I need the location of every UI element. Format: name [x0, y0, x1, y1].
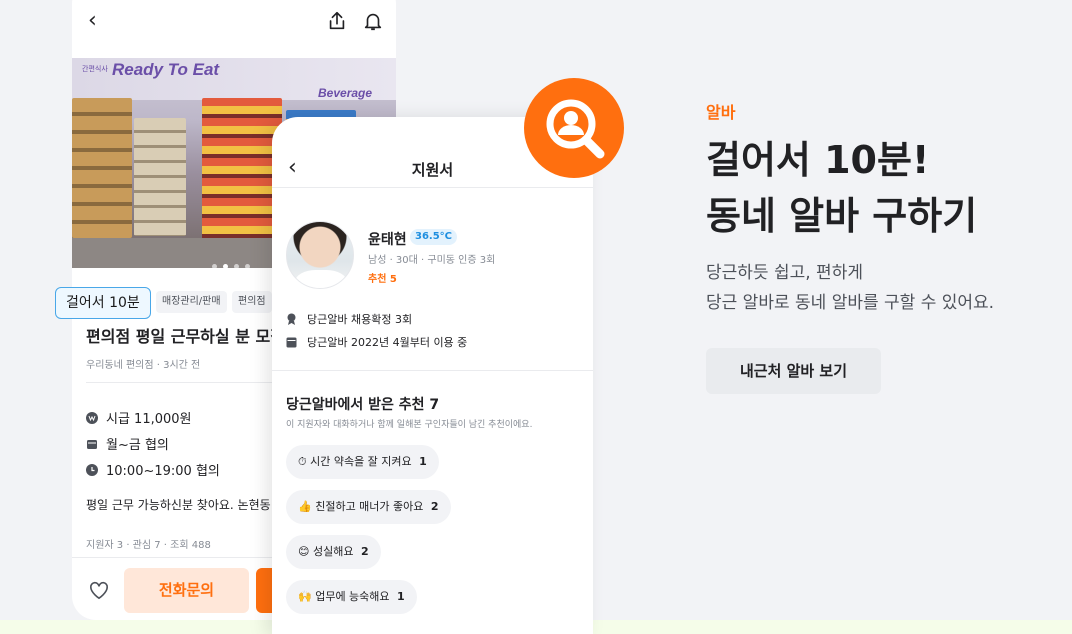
recommendation-chip: 🙌 업무에 능숙해요 1 — [286, 580, 417, 614]
applicant-recommend-count: 추천 5 — [368, 274, 397, 285]
page-headline: 걸어서 10분! 동네 알바 구하기 — [706, 132, 977, 244]
person-search-icon — [524, 78, 624, 178]
recommendation-chip: ⏱ 시간 약속을 잘 지켜요 1 — [286, 445, 439, 479]
hire-confirm-text: 당근알바 채용확정 3회 — [307, 313, 413, 326]
clock-icon — [86, 463, 98, 476]
medal-icon — [287, 313, 296, 325]
days-row: 월~금 협의 — [86, 434, 169, 453]
store-sign-ready-to-eat: Ready To Eat — [112, 60, 220, 79]
divider — [272, 370, 593, 371]
won-icon — [86, 411, 98, 424]
store-sign-small: 간편식사 — [82, 65, 108, 73]
call-inquiry-button[interactable]: 전화문의 — [124, 568, 249, 613]
hours-row: 10:00~19:00 협의 — [86, 460, 220, 479]
thumbs-up-icon: 👍 — [298, 500, 312, 513]
walk-distance-badge: 걸어서 10분 — [55, 287, 151, 319]
manner-temperature-badge: 36.5°C — [410, 229, 458, 245]
heart-icon[interactable] — [88, 580, 110, 600]
divider — [72, 557, 292, 558]
share-icon[interactable] — [326, 10, 348, 32]
avatar-shirt — [295, 270, 347, 288]
photo-pagination-dots[interactable] — [212, 254, 256, 268]
chip-label: 친절하고 매너가 좋아요 — [315, 500, 424, 513]
wage-row: 시급 11,000원 — [86, 408, 192, 427]
bell-icon[interactable] — [362, 10, 384, 32]
page-description: 당근하듯 쉽고, 편하게 당근 알바로 동네 알바를 구할 수 있어요. — [706, 258, 994, 318]
job-post-title: 편의점 평일 근무하실 분 모집 — [86, 327, 285, 346]
magnifier-person-icon — [546, 99, 605, 159]
headline-line: 동네 알바 구하기 — [706, 194, 978, 238]
chip-label: 시간 약속을 잘 지켜요 — [310, 455, 412, 468]
hours-text: 10:00~19:00 협의 — [106, 464, 220, 479]
calendar-icon — [87, 439, 97, 449]
description-line: 당근하듯 쉽고, 편하게 — [706, 263, 863, 283]
recommendations-subtitle: 이 지원자와 대화하거나 함께 일해본 구인자들이 남긴 추천이에요. — [286, 420, 533, 430]
application-phone: ‹ 지원서 윤태현 36.5°C 남성 · 30대 · 구미동 인증 3회 추천… — [272, 117, 593, 634]
chip-label: 성실해요 — [312, 545, 354, 558]
section-eyebrow: 알바 — [706, 103, 736, 122]
wage-text: 시급 11,000원 — [106, 412, 192, 427]
recommendation-chip: 😊 성실해요 2 — [286, 535, 381, 569]
chip-count: 1 — [397, 590, 405, 603]
smile-icon: 😊 — [298, 545, 310, 558]
store-sign-beverage: Beverage — [318, 86, 373, 100]
chevron-left-icon[interactable]: ‹ — [88, 8, 97, 33]
chip-count: 2 — [430, 500, 439, 513]
job-post-stats: 지원자 3 · 관심 7 · 조회 488 — [86, 540, 211, 551]
store-shelf — [134, 118, 186, 236]
store-shelf — [72, 98, 132, 238]
applicant-name: 윤태현 — [368, 232, 407, 248]
usage-since-text: 당근알바 2022년 4월부터 이용 중 — [307, 336, 468, 349]
job-post-store-meta: 우리동네 편의점 · 3시간 전 — [86, 360, 201, 371]
job-tag: 편의점 — [232, 291, 272, 313]
chip-label: 업무에 능숙해요 — [315, 590, 390, 603]
usage-since-row: 당근알바 2022년 4월부터 이용 중 — [286, 334, 467, 350]
chip-count: 1 — [419, 455, 427, 468]
job-description: 평일 근무 가능하신분 찾아요. 논현동 — [86, 498, 271, 512]
nearby-jobs-button[interactable]: 내근처 알바 보기 — [706, 348, 881, 394]
calendar-icon — [286, 337, 297, 348]
job-post-topbar: ‹ — [72, 0, 396, 38]
stopwatch-icon: ⏱ — [298, 455, 307, 468]
headline-line: 걸어서 10분! — [706, 138, 930, 182]
store-shelf — [202, 98, 282, 248]
divider — [272, 187, 593, 188]
chip-count: 2 — [360, 545, 369, 558]
applicant-meta: 남성 · 30대 · 구미동 인증 3회 — [368, 255, 496, 266]
raised-hands-icon: 🙌 — [298, 590, 312, 603]
job-tag: 매장관리/판매 — [156, 291, 227, 313]
hire-confirm-row: 당근알바 채용확정 3회 — [286, 311, 412, 327]
recommendation-chip: 👍 친절하고 매너가 좋아요 2 — [286, 490, 451, 524]
description-line: 당근 알바로 동네 알바를 구할 수 있어요. — [706, 293, 995, 313]
avatar — [286, 221, 354, 289]
days-text: 월~금 협의 — [106, 438, 169, 453]
recommendations-title: 당근알바에서 받은 추천 7 — [286, 397, 440, 413]
